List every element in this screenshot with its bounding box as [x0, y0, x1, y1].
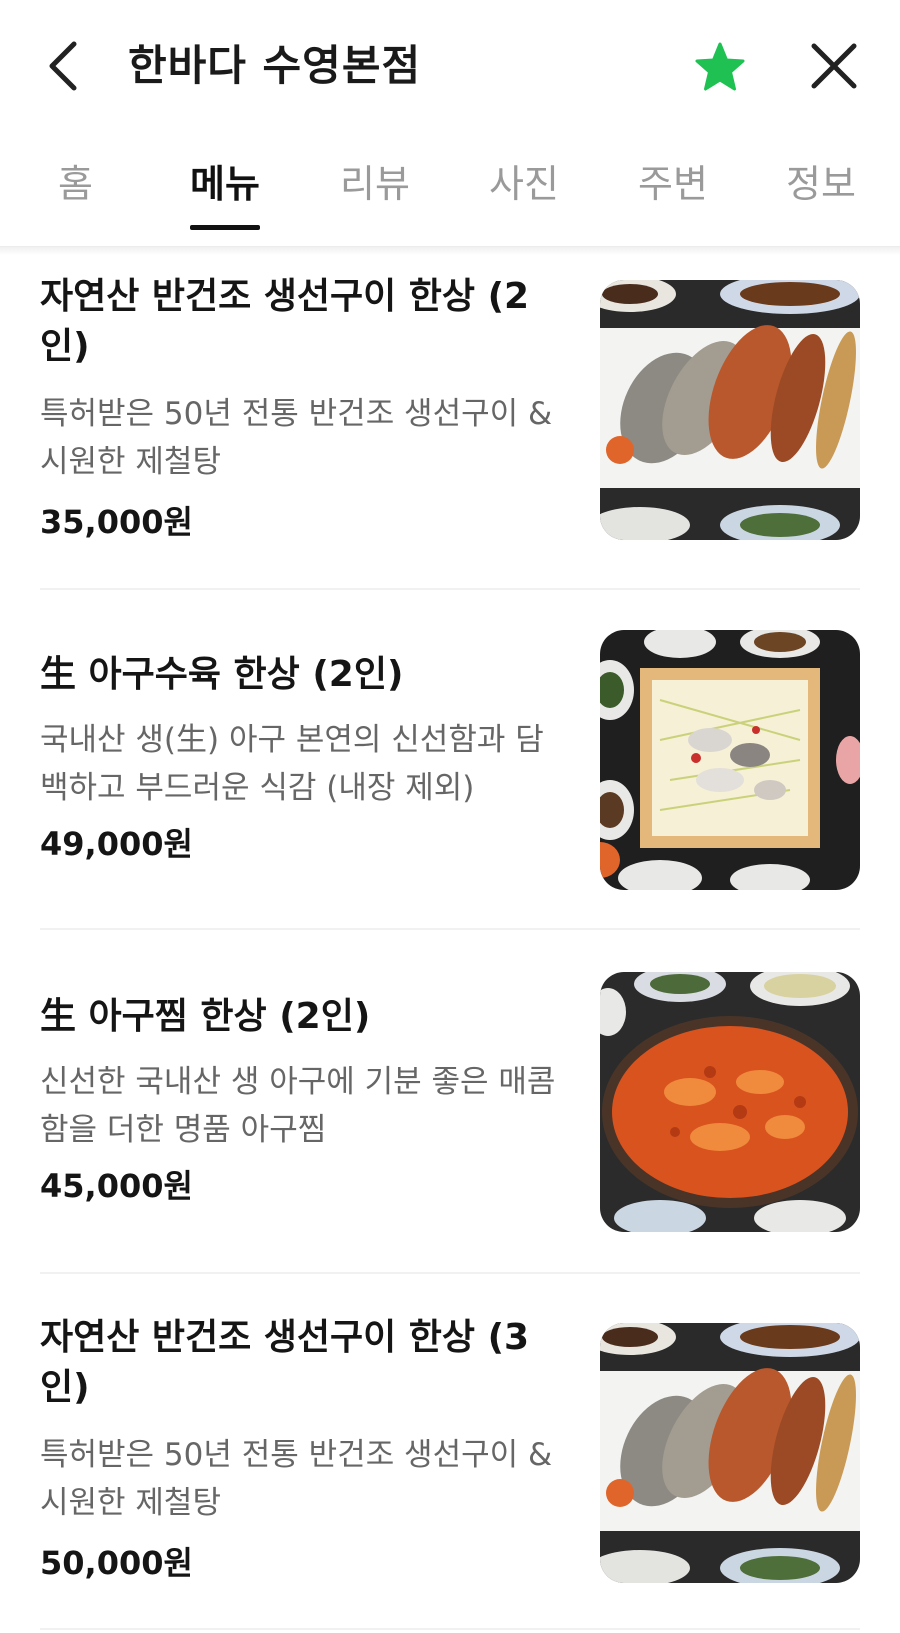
monkfish-suyuk-photo[interactable]	[600, 630, 860, 890]
tab-photos[interactable]: 사진	[489, 160, 559, 230]
tab-bar-shadow	[0, 247, 900, 255]
divider	[40, 1272, 860, 1274]
menu-item-price: 35,000원	[40, 503, 193, 541]
menu-item-price: 45,000원	[40, 1167, 193, 1205]
tab-label: 리뷰	[340, 162, 410, 206]
tab-menu[interactable]: 메뉴	[190, 160, 260, 230]
grilled-fish-photo[interactable]	[600, 1323, 860, 1583]
close-icon	[811, 43, 857, 89]
menu-item-name: 生 아구수육 한상 (2인)	[40, 654, 404, 695]
tab-nearby[interactable]: 주변	[638, 160, 708, 230]
menu-item[interactable]: 자연산 반건조 생선구이 한상 (3인) 특허받은 50년 전통 반건조 생선구…	[40, 1313, 860, 1593]
divider	[40, 1628, 860, 1630]
menu-item-name: 生 아구찜 한상 (2인)	[40, 996, 371, 1037]
grilled-fish-photo[interactable]	[600, 280, 860, 540]
menu-item-name: 자연산 반건조 생선구이 한상 (3인)	[40, 1317, 530, 1408]
menu-item-description: 국내산 생(生) 아구 본연의 신선함과 담백하고 부드러운 식감 (내장 제외…	[40, 722, 544, 806]
menu-item[interactable]: 生 아구수육 한상 (2인) 국내산 생(生) 아구 본연의 신선함과 담백하고…	[40, 630, 860, 910]
active-tab-indicator	[190, 225, 260, 230]
menu-item-price: 50,000원	[40, 1544, 193, 1582]
chevron-left-icon	[49, 41, 77, 91]
tab-label: 메뉴	[190, 162, 260, 206]
page-title: 한바다 수영본점	[128, 41, 422, 90]
tab-label: 주변	[638, 162, 708, 206]
menu-item[interactable]: 生 아구찜 한상 (2인) 신선한 국내산 생 아구에 기분 좋은 매콤함을 더…	[40, 972, 860, 1242]
star-icon	[695, 42, 745, 91]
divider	[40, 928, 860, 930]
tab-home[interactable]: 홈	[58, 160, 93, 230]
menu-item-price: 49,000원	[40, 825, 193, 863]
menu-item-description: 특허받은 50년 전통 반건조 생선구이 & 시원한 제철탕	[40, 1437, 553, 1521]
close-button[interactable]	[806, 40, 862, 96]
tab-label: 정보	[786, 162, 856, 206]
favorite-button[interactable]	[692, 40, 748, 96]
menu-item-name: 자연산 반건조 생선구이 한상 (2인)	[40, 276, 530, 367]
menu-item[interactable]: 자연산 반건조 생선구이 한상 (2인) 특허받은 50년 전통 반건조 생선구…	[40, 272, 860, 542]
tab-reviews[interactable]: 리뷰	[340, 160, 410, 230]
tab-bar: 홈 메뉴 리뷰 사진 주변 정보	[0, 130, 900, 248]
tab-label: 홈	[58, 162, 93, 206]
menu-item-description: 신선한 국내산 생 아구에 기분 좋은 매콤함을 더한 명품 아구찜	[40, 1064, 556, 1148]
divider	[40, 588, 860, 590]
braised-monkfish-photo[interactable]	[600, 972, 860, 1232]
tab-info[interactable]: 정보	[786, 160, 856, 230]
menu-item-description: 특허받은 50년 전통 반건조 생선구이 & 시원한 제철탕	[40, 396, 553, 480]
back-button[interactable]	[40, 36, 90, 96]
header-bar: 한바다 수영본점	[0, 0, 900, 130]
tab-label: 사진	[489, 162, 559, 206]
